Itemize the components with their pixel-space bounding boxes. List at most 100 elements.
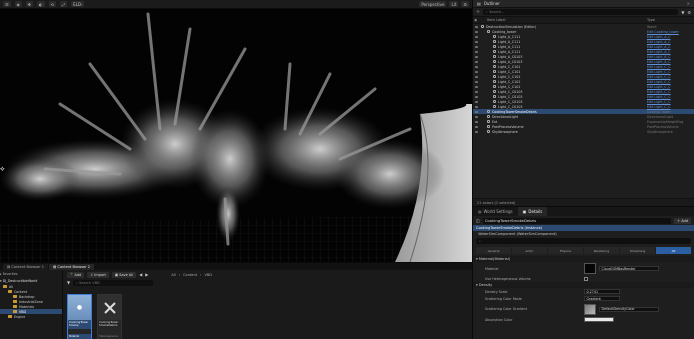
visibility-icon[interactable] <box>475 100 478 103</box>
visibility-icon[interactable] <box>475 125 478 128</box>
visibility-icon[interactable]: ◉ <box>473 18 487 22</box>
outliner-row[interactable]: PostProcessVolume PostProcessVolume <box>473 124 694 129</box>
density-scale-input[interactable]: 0.2741 <box>583 289 620 294</box>
outliner-row[interactable]: Light_C_C101 Edit Light_C_C <box>473 84 694 89</box>
settings-icon[interactable]: ⚙ <box>461 1 469 7</box>
filter-icon[interactable]: ▼ <box>67 280 70 285</box>
outliner-item-type[interactable]: Edit Light_A_C <box>647 60 671 64</box>
project-header[interactable]: ▾ DJ_DestructibleWorld <box>0 277 62 284</box>
filter-physics[interactable]: Physics <box>548 247 583 254</box>
outliner-row[interactable]: Light_A_C0103 Edit Light_A_C <box>473 54 694 59</box>
outliner-row[interactable]: Light_C_C0103 Edit Light_C_C <box>473 104 694 109</box>
filter-all[interactable]: All <box>656 247 691 254</box>
details-search-input[interactable]: ⌕ <box>476 238 691 244</box>
outliner-row[interactable]: Ext ExponentialHeightFog <box>473 119 694 124</box>
visibility-icon[interactable] <box>475 60 478 63</box>
import-button[interactable]: ⇩ Import <box>87 271 109 278</box>
outliner-row[interactable]: Light_C_C101 Edit Light_C_C <box>473 69 694 74</box>
forward-icon[interactable]: ▶ <box>145 272 148 277</box>
outliner-tab[interactable]: ▤ Outliner ✕ <box>473 0 694 8</box>
column-item-label[interactable]: Item Label <box>487 18 647 22</box>
settings-icon[interactable]: ⚙ <box>687 10 691 15</box>
filter-icon[interactable]: ▼ <box>681 10 684 15</box>
filter-streaming[interactable]: Streaming <box>620 247 655 254</box>
outliner-row[interactable]: Light_A_C111 Edit Light_A_C <box>473 39 694 44</box>
column-type[interactable]: Type <box>647 18 655 22</box>
visibility-icon[interactable] <box>475 40 478 43</box>
scattering-gradient-picker[interactable]: DefaultDensityColor <box>598 306 659 312</box>
snap-icon[interactable]: ◐ <box>37 1 45 7</box>
folder-item[interactable]: Engine <box>0 314 62 319</box>
visibility-icon[interactable] <box>475 90 478 93</box>
outliner-item-type[interactable]: Edit Light_A_C <box>647 45 671 49</box>
visibility-icon[interactable] <box>475 110 478 113</box>
outliner-item-type[interactable]: Edit Light_A_C <box>647 50 671 54</box>
absorption-color-swatch[interactable] <box>583 317 614 322</box>
close-icon[interactable]: ✕ <box>687 1 690 6</box>
outliner-row[interactable]: Light_A_C111 Edit Light_A_C <box>473 49 694 54</box>
visibility-icon[interactable] <box>475 130 478 133</box>
favorites-header[interactable]: ▸ Favorites <box>0 270 62 277</box>
visibility-icon[interactable] <box>475 50 478 53</box>
outliner-item-type[interactable]: Edit Light_C_C <box>647 85 671 89</box>
visibility-icon[interactable] <box>475 105 478 108</box>
outliner-row[interactable]: Light_C_C101 Edit Light_C_C <box>473 64 694 69</box>
outliner-search-input[interactable]: ⌕ Search... <box>483 9 679 15</box>
tab-details[interactable]: ▣ Details <box>517 207 548 216</box>
filter-general[interactable]: General <box>476 247 511 254</box>
add-icon[interactable]: ＋ <box>476 9 480 15</box>
perspective-button[interactable]: Perspective <box>419 1 447 7</box>
add-button[interactable]: ＋ Add <box>67 271 85 278</box>
filter-actor[interactable]: Actor <box>512 247 547 254</box>
outliner-item-type[interactable]: Edit Light_A_C <box>647 35 671 39</box>
material-picker[interactable]: Cloud1SMBasRender <box>598 266 659 271</box>
menu-icon[interactable]: ☰ <box>3 1 11 7</box>
outliner-row[interactable]: Light_C_C101 Edit Light_C_C <box>473 79 694 84</box>
visibility-icon[interactable] <box>475 35 478 38</box>
outliner-row[interactable]: Light_A_C0103 Edit Light_A_C <box>473 59 694 64</box>
visibility-icon[interactable] <box>475 55 478 58</box>
save-all-button[interactable]: ▣ Save All <box>111 271 137 278</box>
filter-rendering[interactable]: Rendering <box>584 247 619 254</box>
outliner-item-type[interactable]: Edit Light_C_C <box>647 80 671 84</box>
use-heterogeneous-checkbox[interactable] <box>583 276 588 281</box>
outliner-row[interactable]: Light_A_C111 Edit Light_A_C <box>473 34 694 39</box>
outliner-item-type[interactable]: Edit Light_A_C <box>647 40 671 44</box>
outliner-row[interactable]: Light_C_C0103 Edit Light_C_C <box>473 99 694 104</box>
actor-name-field[interactable]: CookingTowerSmokeDebris <box>482 217 672 224</box>
outliner-item-type[interactable]: Edit Light_C_C <box>647 105 671 109</box>
back-icon[interactable]: ◀ <box>139 272 142 277</box>
visibility-icon[interactable] <box>475 65 478 68</box>
tab-world-settings[interactable]: ◍ World Settings <box>473 207 518 216</box>
outliner-item-type[interactable]: Edit Light_C_C <box>647 65 671 69</box>
outliner-item-type[interactable]: Edit Cooking_tower <box>647 30 679 34</box>
gradient-thumbnail[interactable] <box>583 303 596 315</box>
visibility-icon[interactable] <box>475 75 478 78</box>
outliner-item-type[interactable]: Edit Light_A_C <box>647 55 671 59</box>
outliner-item-type[interactable]: Edit Light_C_C <box>647 100 671 104</box>
outliner-row[interactable]: Light_C_C101 Edit Light_C_C <box>473 74 694 79</box>
scattering-mode-dropdown[interactable]: Gradient <box>583 296 620 301</box>
outliner-item-type[interactable]: Edit Light_C_C <box>647 70 671 74</box>
select-mode-icon[interactable]: ◈ <box>14 1 22 7</box>
asset-tile[interactable]: ● CookingTower Smoke Material <box>67 294 92 339</box>
outliner-row[interactable]: Light_C_C0103 Edit Light_C_C <box>473 89 694 94</box>
outliner-row[interactable]: SkyAtmosphere SkyAtmosphere <box>473 129 694 134</box>
visibility-icon[interactable] <box>475 30 478 33</box>
lit-mode-button[interactable]: Lit <box>449 1 459 7</box>
breadcrumb-vbd[interactable]: VBD <box>204 273 212 277</box>
visibility-icon[interactable] <box>475 80 478 83</box>
breadcrumb-all[interactable]: All <box>171 273 175 277</box>
visibility-icon[interactable] <box>475 85 478 88</box>
add-component-button[interactable]: + Add <box>674 217 691 224</box>
outliner-row[interactable]: Light_C_C0103 Edit Light_C_C <box>473 94 694 99</box>
breadcrumb-content[interactable]: Content <box>183 273 197 277</box>
asset-tile[interactable]: CookingTower SmokeDebris Heterogeneous <box>97 294 122 339</box>
scale-icon[interactable]: ⤢ <box>59 1 68 7</box>
visibility-icon[interactable] <box>475 115 478 118</box>
level-viewport[interactable]: ☰ ◈ ✥ ◐ ⟲ ⤢ ELD- Perspective Lit ⚙ ⟡ <box>0 0 472 262</box>
outliner-row[interactable]: Light_A_C111 Edit Light_A_C <box>473 44 694 49</box>
material-thumbnail[interactable] <box>583 263 596 274</box>
outliner-row[interactable]: Cooking_tower Edit Cooking_tower <box>473 29 694 34</box>
outliner-row[interactable]: CookingTowerSmokeDebris Cooking Tower <box>473 109 694 114</box>
